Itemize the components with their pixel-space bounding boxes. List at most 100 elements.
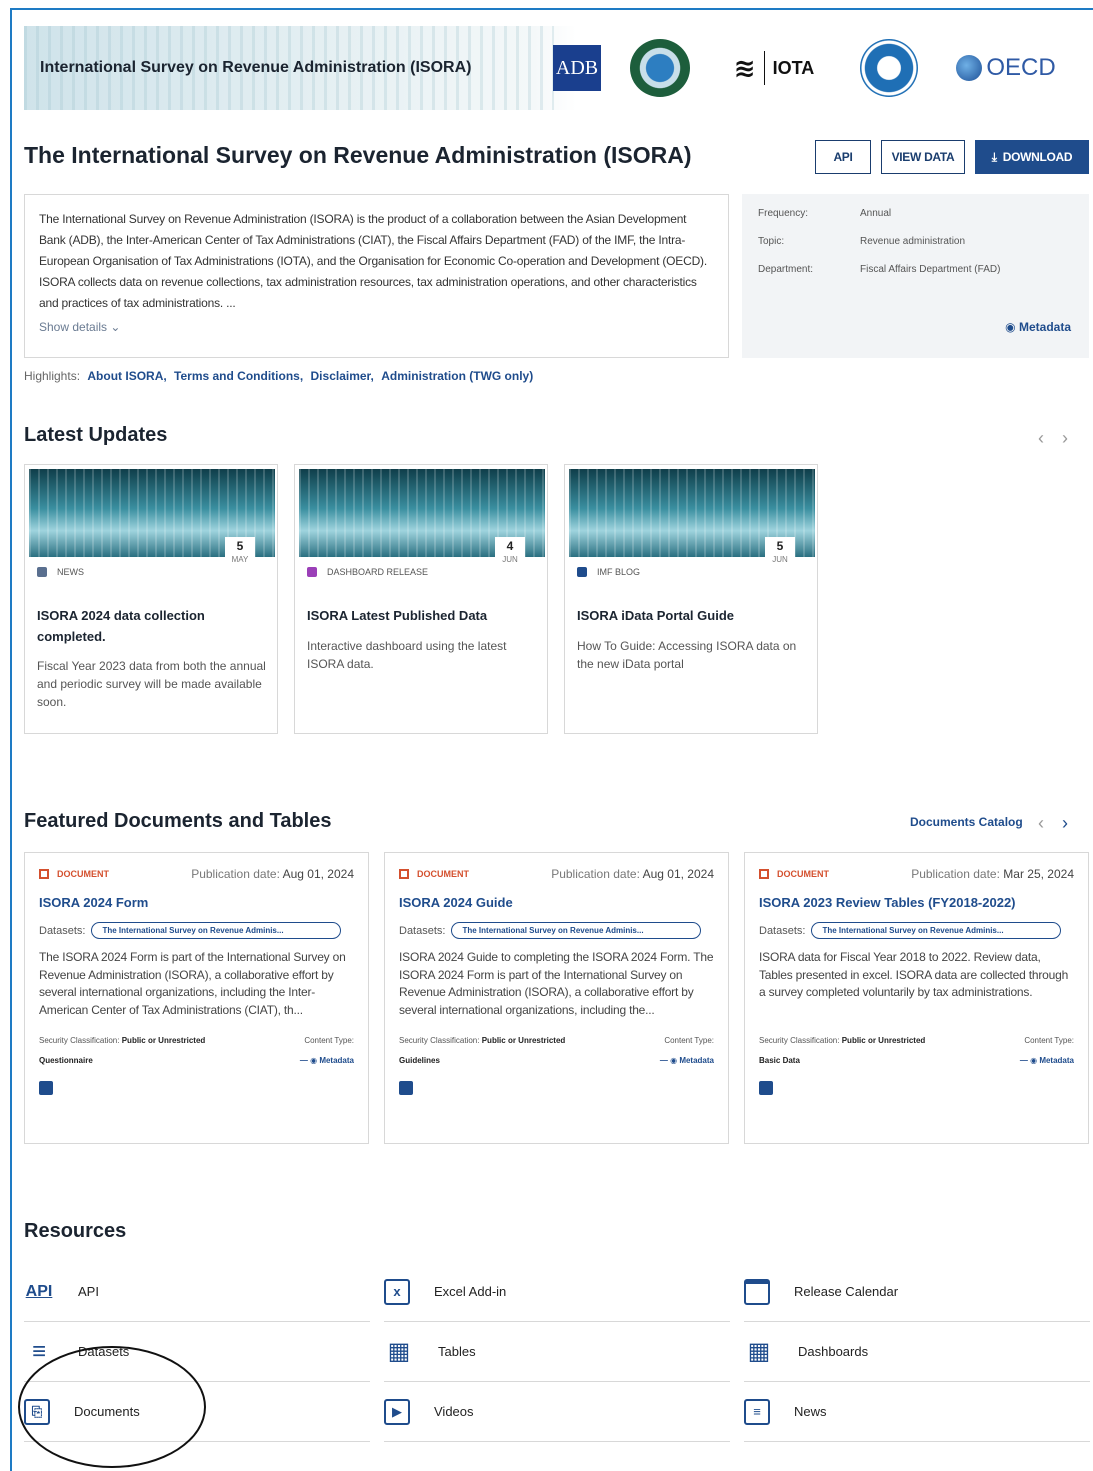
date-month: JUN: [772, 555, 788, 564]
document-icon: [399, 869, 409, 879]
date-month: MAY: [231, 555, 249, 564]
resource-documents[interactable]: ⎘ Documents: [24, 1382, 370, 1442]
highlights: Highlights: About ISORA, Terms and Condi…: [24, 369, 533, 383]
meta-row: Department: Fiscal Affairs Department (F…: [758, 264, 1073, 292]
doc-metadata-label: Metadata: [1039, 1056, 1074, 1065]
chevron-left-icon[interactable]: ‹: [1038, 813, 1044, 833]
show-details-link[interactable]: Show details ⌄: [39, 320, 714, 334]
dataset-pill[interactable]: The International Survey on Revenue Admi…: [91, 922, 342, 939]
resource-dashboards[interactable]: ▦ Dashboards: [744, 1322, 1090, 1382]
resource-label: API: [78, 1284, 99, 1299]
resource-api[interactable]: API API: [24, 1262, 370, 1322]
doc-metadata-link[interactable]: — ◉ Metadata: [300, 1051, 354, 1071]
update-card[interactable]: 4 JUN DASHBOARD RELEASE ISORA Latest Publ…: [294, 464, 548, 734]
doc-meta: Security Classification: Public or Unres…: [759, 1031, 1074, 1071]
highlight-link-disclaimer[interactable]: Disclaimer,: [311, 369, 374, 383]
highlight-link-about[interactable]: About ISORA,: [87, 369, 166, 383]
resource-release-calendar[interactable]: Release Calendar: [744, 1262, 1090, 1322]
resource-videos[interactable]: ▶ Videos: [384, 1382, 730, 1442]
download-icon: ⤓: [991, 149, 997, 164]
document-card[interactable]: DOCUMENT Publication date: Aug 01, 2024 …: [384, 852, 729, 1144]
doc-title[interactable]: ISORA 2024 Form: [39, 895, 354, 910]
doc-title[interactable]: ISORA 2024 Guide: [399, 895, 714, 910]
update-title[interactable]: ISORA iData Portal Guide: [577, 605, 807, 626]
dataset-pill[interactable]: The International Survey on Revenue Admi…: [811, 922, 1062, 939]
doc-datasets: Datasets: The International Survey on Rev…: [759, 922, 1074, 939]
documents-icon: ⎘: [24, 1398, 50, 1425]
doc-meta-row: Security Classification: Public or Unres…: [39, 1031, 354, 1051]
doc-metadata-link[interactable]: — ◉ Metadata: [1020, 1051, 1074, 1071]
doc-meta-row: Guidelines — ◉ Metadata: [399, 1051, 714, 1071]
iota-mark-icon: ≋: [733, 52, 756, 83]
doc-header: DOCUMENT Publication date: Mar 25, 2024: [759, 867, 1074, 881]
metadata-link-label: Metadata: [1018, 320, 1071, 334]
update-title[interactable]: ISORA 2024 data collection completed.: [37, 605, 267, 647]
chevron-right-icon[interactable]: ›: [1062, 813, 1068, 833]
security-label: Security Classification:: [39, 1036, 120, 1045]
content-type-value: Basic Data: [759, 1056, 800, 1065]
file-icon[interactable]: [399, 1081, 413, 1095]
update-card[interactable]: 5 MAY NEWS ISORA 2024 data collection com…: [24, 464, 278, 734]
date-badge: 4 JUN: [495, 537, 525, 571]
dashboard-icon: [307, 567, 317, 577]
oecd-logo: OECD: [946, 39, 1066, 97]
chevron-right-icon[interactable]: ›: [1062, 428, 1068, 448]
update-desc: Fiscal Year 2023 data from both the annu…: [37, 659, 266, 709]
resource-news[interactable]: ≡ News: [744, 1382, 1090, 1442]
resource-label: Excel Add-in: [434, 1284, 507, 1299]
featured-title: Featured Documents and Tables: [24, 810, 332, 832]
update-title[interactable]: ISORA Latest Published Data: [307, 605, 537, 626]
datasets-label: Datasets:: [39, 924, 86, 937]
doc-metadata-label: Metadata: [319, 1056, 354, 1065]
date-label: Publication date:: [191, 867, 280, 881]
iota-logo: ≋ IOTA: [714, 39, 834, 97]
resource-datasets[interactable]: ≡ Datasets: [24, 1322, 370, 1382]
blog-icon: [577, 567, 587, 577]
doc-meta-row: Questionnaire — ◉ Metadata: [39, 1051, 354, 1071]
document-icon: [39, 869, 49, 879]
file-icon[interactable]: [39, 1081, 53, 1095]
highlight-link-terms[interactable]: Terms and Conditions,: [174, 369, 303, 383]
dataset-pill[interactable]: The International Survey on Revenue Admi…: [451, 922, 702, 939]
doc-metadata-link[interactable]: — ◉ Metadata: [660, 1051, 714, 1071]
date-value: Mar 25, 2024: [1003, 867, 1074, 881]
date-label: Publication date:: [911, 867, 1000, 881]
meta-key: Frequency:: [758, 208, 809, 219]
doc-header: DOCUMENT Publication date: Aug 01, 2024: [39, 867, 354, 881]
highlight-link-administration[interactable]: Administration (TWG only): [381, 369, 533, 383]
oecd-logo-text: OECD: [986, 54, 1056, 81]
resource-tables[interactable]: ▦ Tables: [384, 1322, 730, 1382]
meta-row: Frequency: Annual: [758, 208, 1073, 236]
documents-catalog-link[interactable]: Documents Catalog: [910, 815, 1023, 829]
video-icon: ▶: [384, 1398, 410, 1425]
document-card[interactable]: DOCUMENT Publication date: Mar 25, 2024 …: [744, 852, 1089, 1144]
meta-value: Fiscal Affairs Department (FAD): [860, 264, 1001, 275]
update-card[interactable]: 5 JUN IMF BLOG ISORA iData Portal Guide H…: [564, 464, 818, 734]
update-desc: Interactive dashboard using the latest I…: [307, 639, 507, 671]
chevron-left-icon[interactable]: ‹: [1038, 428, 1044, 448]
doc-metadata-label: Metadata: [679, 1056, 714, 1065]
resource-label: Documents: [74, 1404, 140, 1419]
resource-excel-addin[interactable]: x Excel Add-in: [384, 1262, 730, 1322]
table-icon: ▦: [387, 1338, 411, 1365]
doc-meta-row: Security Classification: Public or Unres…: [759, 1031, 1074, 1051]
document-card[interactable]: DOCUMENT Publication date: Aug 01, 2024 …: [24, 852, 369, 1144]
metadata-link[interactable]: ◉ Metadata: [1005, 320, 1071, 334]
featured-carousel-nav: ‹ ›: [1020, 813, 1068, 834]
doc-meta-row: Security Classification: Public or Unres…: [399, 1031, 714, 1051]
ciat-logo: [630, 39, 690, 97]
highlights-label: Highlights:: [24, 369, 81, 383]
security-value: Public or Unrestricted: [121, 1036, 206, 1045]
resource-label: News: [794, 1404, 827, 1419]
update-category: NEWS: [37, 567, 84, 577]
api-button[interactable]: API: [815, 140, 871, 174]
download-button[interactable]: ⤓ DOWNLOAD: [975, 140, 1089, 174]
calendar-icon: [744, 1278, 770, 1305]
doc-type: DOCUMENT: [759, 867, 829, 881]
banner-title: International Survey on Revenue Administ…: [40, 59, 472, 76]
meta-key: Topic:: [758, 236, 785, 247]
file-icon[interactable]: [759, 1081, 773, 1095]
view-data-button[interactable]: VIEW DATA: [881, 140, 965, 174]
doc-title[interactable]: ISORA 2023 Review Tables (FY2018-2022): [759, 895, 1074, 910]
description-text: The International Survey on Revenue Admi…: [39, 212, 707, 310]
